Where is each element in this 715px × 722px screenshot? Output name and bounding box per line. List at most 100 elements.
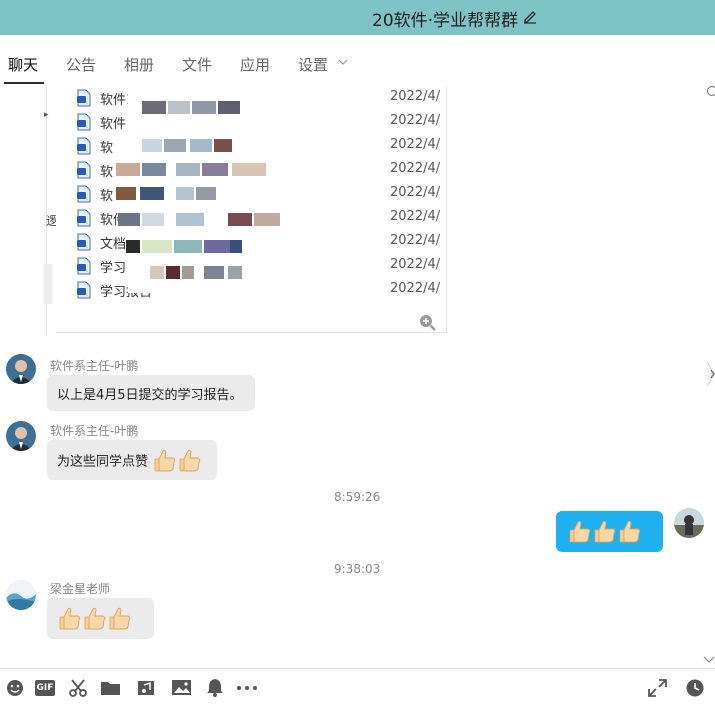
chevron-down-icon[interactable] (703, 656, 715, 664)
privacy-blur (214, 139, 232, 152)
tab-apps[interactable]: 应用 (240, 54, 270, 75)
thumbs-up-emoji-icon (84, 607, 106, 630)
file-date: 2022/4/ (390, 233, 441, 248)
file-word-icon (77, 209, 91, 227)
gif-icon[interactable]: GIF (35, 678, 57, 698)
file-word-icon (77, 185, 91, 203)
file-name: 软 (100, 165, 114, 180)
file-word-icon (77, 137, 91, 155)
sender-name: 梁金星老师 (50, 582, 111, 596)
privacy-blur (116, 187, 136, 200)
more-options-icon[interactable] (236, 678, 258, 698)
privacy-blur (176, 163, 200, 176)
file-word-icon (77, 233, 91, 251)
expand-icon[interactable] (647, 678, 669, 698)
panel-bottom-border (56, 332, 448, 333)
image-icon[interactable] (171, 678, 193, 698)
tab-announcement[interactable]: 公告 (66, 54, 96, 75)
more-icon[interactable] (707, 86, 715, 96)
avatar[interactable] (6, 421, 36, 451)
emoji-icon[interactable] (5, 678, 27, 698)
edit-icon[interactable] (522, 8, 538, 24)
privacy-blur (228, 266, 242, 279)
arrow-right-icon: ▸ (44, 110, 49, 120)
avatar[interactable] (6, 354, 36, 384)
message-text: 以上是4月5日提交的学习报告。 (57, 388, 243, 403)
title-bar (0, 0, 715, 35)
file-date: 2022/4/ (390, 209, 441, 224)
tab-settings[interactable]: 设置 (298, 54, 328, 75)
privacy-blur (218, 101, 240, 114)
privacy-blur (182, 266, 194, 279)
file-date: 2022/4/ (390, 89, 441, 104)
clock-icon[interactable] (685, 678, 707, 698)
active-tab-indicator (4, 82, 44, 84)
privacy-blur (168, 101, 190, 114)
thumbs-up-emoji-icon (59, 607, 81, 630)
folder-icon[interactable] (100, 678, 122, 698)
privacy-blur (204, 266, 224, 279)
message-bubble[interactable]: 以上是4月5日提交的学习报告。 (47, 375, 255, 411)
tab-chat[interactable]: 聊天 (8, 54, 38, 75)
privacy-blur (142, 213, 164, 226)
privacy-blur (192, 101, 216, 114)
zoom-in-icon[interactable] (418, 313, 436, 331)
file-word-icon (77, 281, 91, 299)
file-word-icon (77, 161, 91, 179)
privacy-blur (230, 240, 242, 253)
privacy-blur (116, 163, 140, 176)
privacy-blur (142, 163, 166, 176)
file-name: 软件 (100, 117, 127, 132)
file-name: 文档 (100, 237, 127, 252)
privacy-blur (176, 213, 204, 226)
file-date: 2022/4/ (390, 137, 441, 152)
privacy-blur (190, 139, 212, 152)
file-word-icon (77, 113, 91, 131)
file-name: 软 (100, 141, 114, 156)
privacy-blur (142, 139, 162, 152)
tab-bar: 聊天 公告 相册 文件 应用 设置 (0, 35, 715, 96)
tab-files[interactable]: 文件 (182, 54, 212, 75)
privacy-blur (142, 101, 166, 114)
scissors-icon[interactable] (68, 678, 90, 698)
privacy-blur (228, 213, 252, 226)
thumbs-up-emoji-icon (619, 520, 641, 543)
privacy-blur (150, 266, 164, 279)
file-name: 软 (100, 189, 114, 204)
thumbs-up-emoji-icon (179, 449, 201, 472)
privacy-blur (140, 187, 164, 200)
chevron-right-icon[interactable] (705, 362, 715, 386)
privacy-blur (202, 163, 228, 176)
my-message-bubble[interactable] (556, 511, 663, 552)
chevron-down-icon[interactable] (338, 57, 348, 67)
gif-label: GIF (35, 680, 55, 696)
file-date: 2022/4/ (390, 257, 441, 272)
panel-left-stub (44, 264, 52, 304)
sender-name: 软件系主任-叶鹏 (50, 424, 139, 438)
thumbs-up-emoji-icon (154, 449, 176, 472)
music-icon[interactable] (136, 678, 158, 698)
privacy-blur (142, 240, 172, 253)
thumbs-up-emoji-icon (569, 520, 591, 543)
privacy-blur (196, 187, 216, 200)
privacy-blur (204, 240, 230, 253)
tab-album[interactable]: 相册 (124, 54, 154, 75)
file-date: 2022/4/ (390, 113, 441, 128)
privacy-blur (164, 139, 186, 152)
file-name: 学习 (100, 261, 127, 276)
sender-name: 软件系主任-叶鹏 (50, 359, 139, 373)
bell-icon[interactable] (205, 678, 227, 698)
file-date: 2022/4/ (390, 185, 441, 200)
group-title: 20软件·学业帮帮群 (372, 11, 519, 31)
message-bubble[interactable] (47, 598, 154, 639)
privacy-blur (174, 240, 202, 253)
privacy-blur (232, 163, 266, 176)
file-word-icon (77, 89, 91, 107)
toolbar-divider (0, 668, 715, 669)
my-avatar[interactable] (674, 508, 704, 538)
privacy-blur (118, 213, 140, 226)
timestamp: 8:59:26 (334, 490, 381, 504)
avatar[interactable] (6, 580, 36, 610)
message-bubble[interactable]: 为这些同学点赞 (47, 440, 217, 480)
file-word-icon (77, 257, 91, 275)
